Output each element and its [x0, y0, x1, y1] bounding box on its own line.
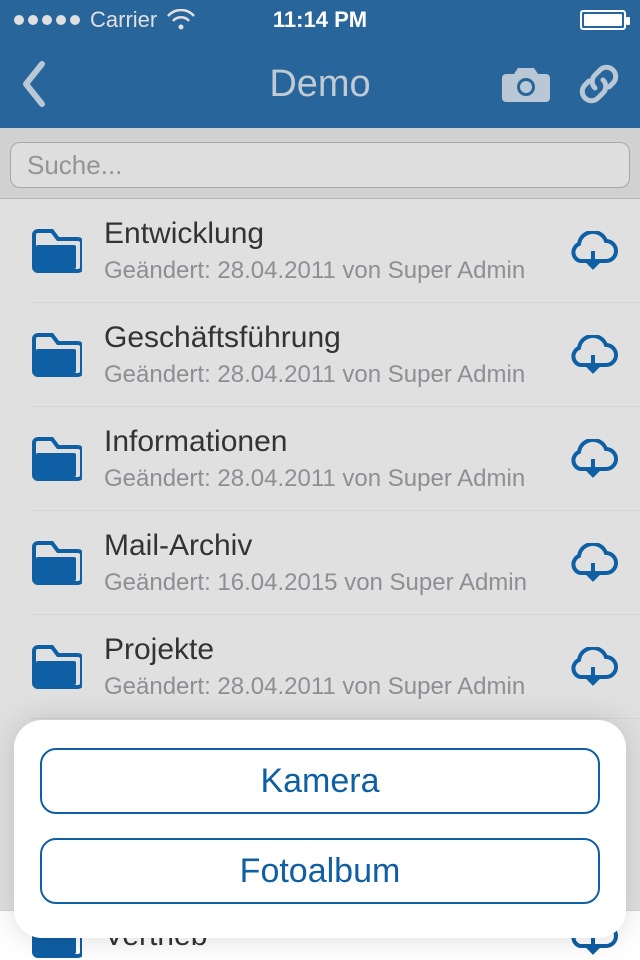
search-input[interactable] — [10, 142, 630, 188]
clock-label: 11:14 PM — [0, 7, 640, 33]
folder-name: Geschäftsführung — [104, 321, 554, 355]
battery-icon — [580, 10, 626, 30]
nav-bar: Demo — [0, 40, 640, 128]
back-icon[interactable] — [20, 60, 48, 108]
folder-icon — [30, 229, 82, 273]
cloud-download-icon[interactable] — [566, 231, 620, 271]
folder-name: Projekte — [104, 633, 554, 667]
cloud-download-icon[interactable] — [566, 335, 620, 375]
folder-name: Mail-Archiv — [104, 529, 554, 563]
list-item[interactable]: Mail-Archiv Geändert: 16.04.2015 von Sup… — [0, 511, 640, 615]
folder-meta: Geändert: 28.04.2011 von Super Admin — [104, 465, 554, 493]
folder-meta: Geändert: 28.04.2011 von Super Admin — [104, 257, 554, 285]
folder-meta: Geändert: 16.04.2015 von Super Admin — [104, 569, 554, 597]
list-item[interactable]: Geschäftsführung Geändert: 28.04.2011 vo… — [0, 303, 640, 407]
camera-icon[interactable] — [502, 64, 550, 104]
cloud-download-icon[interactable] — [566, 647, 620, 687]
photo-album-button[interactable]: Fotoalbum — [40, 838, 600, 904]
cloud-download-icon[interactable] — [566, 543, 620, 583]
action-sheet: Kamera Fotoalbum — [14, 720, 626, 938]
folder-meta: Geändert: 28.04.2011 von Super Admin — [104, 361, 554, 389]
link-icon[interactable] — [578, 63, 620, 105]
folder-icon — [30, 645, 82, 689]
page-title: Demo — [269, 63, 370, 106]
list-item[interactable]: Projekte Geändert: 28.04.2011 von Super … — [0, 615, 640, 719]
folder-name: Informationen — [104, 425, 554, 459]
folder-icon — [30, 437, 82, 481]
folder-meta: Geändert: 28.04.2011 von Super Admin — [104, 673, 554, 701]
search-bar — [0, 128, 640, 199]
cloud-download-icon[interactable] — [566, 439, 620, 479]
folder-name: Entwicklung — [104, 217, 554, 251]
folder-icon — [30, 541, 82, 585]
folder-icon — [30, 333, 82, 377]
camera-button[interactable]: Kamera — [40, 748, 600, 814]
app-screen: Carrier 11:14 PM Demo — [0, 0, 640, 960]
list-item[interactable]: Informationen Geändert: 28.04.2011 von S… — [0, 407, 640, 511]
status-bar: Carrier 11:14 PM — [0, 0, 640, 40]
list-item[interactable]: Entwicklung Geändert: 28.04.2011 von Sup… — [0, 199, 640, 303]
